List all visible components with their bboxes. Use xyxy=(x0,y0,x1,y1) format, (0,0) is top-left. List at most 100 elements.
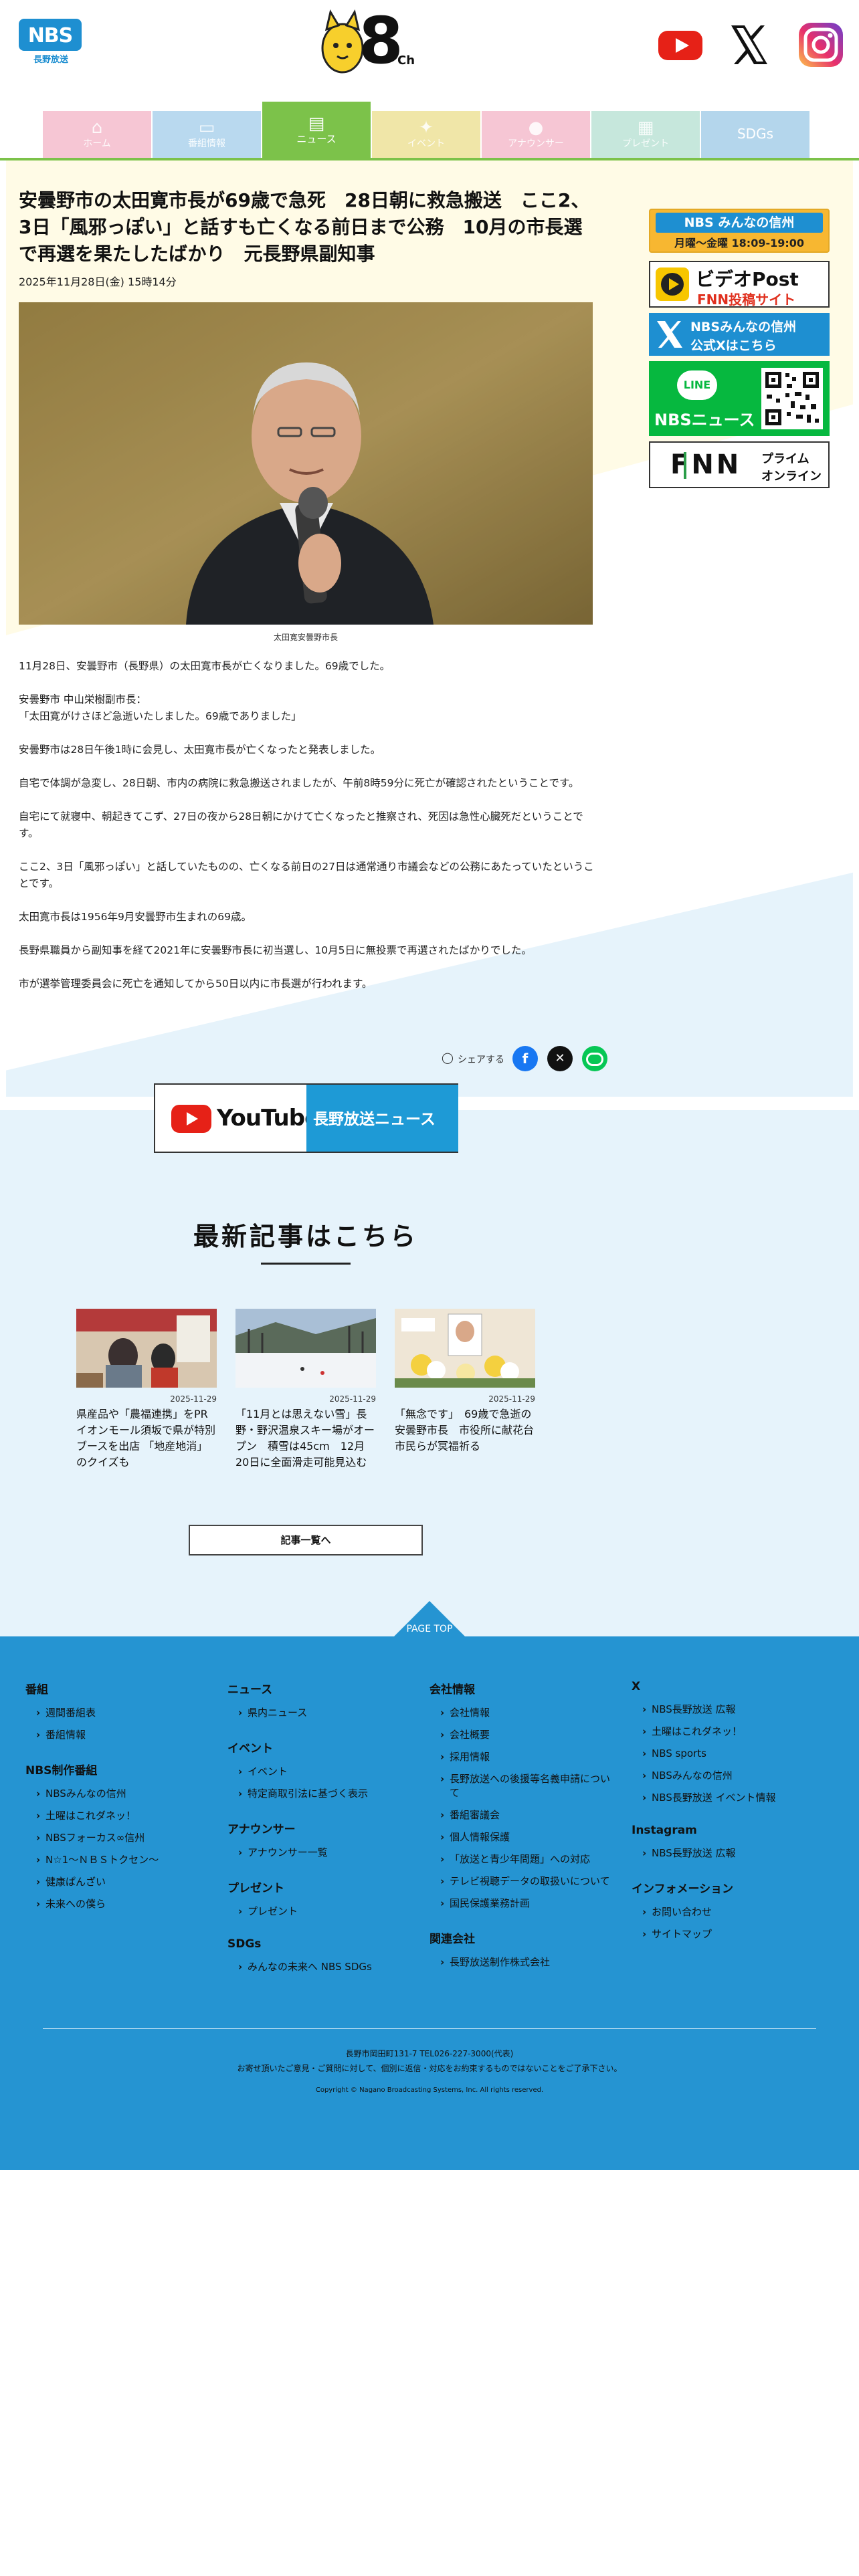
banner-subtitle: 月曜～金曜 18:09-19:00 xyxy=(674,237,805,249)
x-icon: ✕ xyxy=(555,1051,565,1065)
article-paragraph: 安曇野市 中山栄樹副市長： 「太田寛がけさほど急逝いたしました。69歳でありまし… xyxy=(19,693,302,722)
home-icon: ⌂ xyxy=(91,118,103,138)
article-body: 11月28日、安曇野市（長野県）の太田寛市長が亡くなりました。69歳でした。 安… xyxy=(19,658,594,1009)
footer-link[interactable]: サイトマップ xyxy=(642,1927,819,1941)
latest-article-card[interactable]: 2025-11-29 県産品や「農福連携」をPR イオンモール須坂で県が特別ブー… xyxy=(76,1309,219,1471)
footer-copyright: Copyright © Nagano Broadcasting Systems,… xyxy=(315,2086,544,2094)
footer-link[interactable]: 番組審議会 xyxy=(440,1808,617,1822)
facebook-icon: f xyxy=(522,1051,529,1067)
nav-item-programs[interactable]: ▭ 番組情報 xyxy=(153,111,261,158)
footer-link[interactable]: 土曜はこれダネッ！ xyxy=(642,1725,819,1739)
footer-link[interactable]: 土曜はこれダネッ！ xyxy=(36,1809,213,1823)
article-paragraph: ここ2、3日「風邪っぽい」と話していたものの、亡くなる前日の27日は通常通り市議… xyxy=(19,861,594,889)
page-top-label: PAGE TOP xyxy=(406,1624,453,1634)
x-icon xyxy=(657,321,682,348)
youtube-channel-banner[interactable]: YouTube 長野放送ニュース xyxy=(154,1083,458,1153)
footer-link[interactable]: 採用情報 xyxy=(440,1750,617,1764)
footer-link[interactable]: NBSみんなの信州 xyxy=(36,1787,213,1801)
channel-name: 長野放送ニュース xyxy=(313,1111,436,1128)
latest-article-card[interactable]: 2025-11-29 「無念です」 69歳で急逝の安曇野市長 市役所に献花台 市… xyxy=(395,1309,545,1455)
footer-heading: 関連会社 xyxy=(430,1933,475,1946)
footer-link[interactable]: NBS長野放送 イベント情報 xyxy=(642,1791,819,1805)
footer-link[interactable]: お問い合わせ xyxy=(642,1905,819,1919)
mic-icon: ● xyxy=(528,118,544,138)
banner-title: FNN xyxy=(670,449,742,480)
article-thumbnail xyxy=(76,1309,217,1388)
footer-link[interactable]: NBS長野放送 広報 xyxy=(642,1703,819,1717)
footer-column: 会社情報 会社情報 会社概要 採用情報 長野放送への後援等名義申請について 番組… xyxy=(430,1680,617,1977)
footer-link[interactable]: 国民保護業務計画 xyxy=(440,1897,617,1911)
footer-link[interactable]: NBS長野放送 広報 xyxy=(642,1846,819,1860)
banner-title: NBS みんなの信州 xyxy=(656,213,823,233)
nav-item-label: ニュース xyxy=(296,133,337,145)
footer-link[interactable]: 長野放送への後援等名義申請について xyxy=(440,1772,617,1800)
footer-link[interactable]: 特定商取引法に基づく表示 xyxy=(238,1787,415,1801)
channel-8-logo[interactable]: 8 Ch xyxy=(308,4,421,80)
footer-link[interactable]: アナウンサー一覧 xyxy=(238,1846,415,1860)
footer-link[interactable]: 「放送と青少年問題」への対応 xyxy=(440,1852,617,1866)
footer-heading: 番組 xyxy=(25,1683,48,1697)
footer-link[interactable]: みんなの未来へ NBS SDGs xyxy=(238,1960,415,1974)
article-paragraph: 11月28日、安曇野市（長野県）の太田寛市長が亡くなりました。69歳でした。 xyxy=(19,660,391,672)
nav-item-announcers[interactable]: ● アナウンサー xyxy=(482,111,590,158)
footer-link[interactable]: 番組情報 xyxy=(36,1728,213,1742)
footer-link[interactable]: 会社概要 xyxy=(440,1728,617,1742)
banner-line-nbs-news[interactable]: LINE NBSニュース xyxy=(649,361,830,436)
nav-item-news[interactable]: ▤ ニュース xyxy=(262,102,371,158)
footer-link[interactable]: イベント xyxy=(238,1765,415,1779)
footer-column: ニュース 県内ニュース イベント イベント 特定商取引法に基づく表示 アナウンサ… xyxy=(227,1680,415,1982)
nav-item-label: SDGs xyxy=(737,126,773,142)
footer-link[interactable]: 未来への僕ら xyxy=(36,1897,213,1911)
footer-link[interactable]: 個人情報保護 xyxy=(440,1830,617,1844)
youtube-link[interactable] xyxy=(656,20,705,70)
qr-code-icon xyxy=(761,368,823,429)
card-title: 県産品や「農福連携」をPR イオンモール須坂で県が特別ブースを出店 「地産地消」… xyxy=(76,1408,219,1469)
footer-divider xyxy=(43,2028,816,2029)
footer-link[interactable]: NBSみんなの信州 xyxy=(642,1769,819,1783)
banner-x-official[interactable]: NBSみんなの信州 公式Xはこちら xyxy=(649,313,830,356)
banner-subtitle: オンライン xyxy=(761,469,822,484)
title-underline xyxy=(261,1263,351,1265)
nbs-logo[interactable]: NBS 長野放送 xyxy=(19,19,83,65)
nav-item-home[interactable]: ⌂ ホーム xyxy=(43,111,151,158)
x-link[interactable] xyxy=(725,20,774,70)
banner-subtitle: プライム xyxy=(761,452,809,466)
article-list-button[interactable]: 記事一覧へ xyxy=(189,1525,423,1555)
footer-link[interactable]: プレゼント xyxy=(238,1905,415,1919)
article-paragraph: 長野県職員から副知事を経て2021年に安曇野市長に初当選し、10月5日に無投票で… xyxy=(19,944,532,956)
footer-link[interactable]: 週間番組表 xyxy=(36,1706,213,1720)
page-top-button[interactable]: PAGE TOP xyxy=(388,1600,471,1640)
article-thumbnail xyxy=(235,1309,376,1388)
footer-link[interactable]: テレビ視聴データの取扱いについて xyxy=(440,1874,617,1889)
banner-video-post[interactable]: ビデオPost FNN投稿サイト xyxy=(649,261,830,308)
youtube-brand: YouTube xyxy=(217,1105,320,1132)
nav-item-events[interactable]: ✦ イベント xyxy=(372,111,480,158)
nav-item-present[interactable]: ▦ プレゼント xyxy=(591,111,700,158)
footer-link[interactable]: 会社情報 xyxy=(440,1706,617,1720)
facebook-share-button[interactable]: f xyxy=(512,1046,538,1071)
footer-heading: SDGs xyxy=(227,1937,262,1951)
footer-link[interactable]: 長野放送制作株式会社 xyxy=(440,1955,617,1969)
banner-fnn-prime-online[interactable]: FNN プライム オンライン xyxy=(649,441,830,488)
footer-link[interactable]: NBSフォーカス∞信州 xyxy=(36,1831,213,1845)
footer-link[interactable]: NBS sports xyxy=(642,1747,819,1761)
fnn-accent xyxy=(684,452,686,479)
banner-minna-no-shinshu[interactable]: NBS みんなの信州 月曜～金曜 18:09-19:00 xyxy=(649,209,830,253)
line-share-button[interactable] xyxy=(582,1046,607,1071)
instagram-link[interactable] xyxy=(796,20,846,70)
tv-icon: ▭ xyxy=(198,118,215,138)
ski-slope-photo-illustration xyxy=(235,1309,376,1388)
speech-bubble-icon: ◯ xyxy=(442,1051,454,1064)
x-share-button[interactable]: ✕ xyxy=(547,1046,573,1071)
nav-item-sdgs[interactable]: SDGs xyxy=(701,111,809,158)
footer-link[interactable]: 健康ぱんざい xyxy=(36,1875,213,1889)
footer-link[interactable]: N☆1～ＮＢＳトクセン～ xyxy=(36,1853,213,1867)
card-date: 2025-11-29 xyxy=(488,1394,535,1404)
nav-item-label: ホーム xyxy=(83,138,111,149)
footer-link[interactable]: 県内ニュース xyxy=(238,1706,415,1720)
channel-suffix: Ch xyxy=(397,53,415,68)
article-date: 2025年11月28日(金) 15時14分 xyxy=(19,276,177,288)
latest-article-card[interactable]: 2025-11-29 「11月とは思えない雪」長野・野沢温泉スキー場がオープン … xyxy=(235,1309,376,1471)
youtube-icon xyxy=(171,1105,211,1133)
play-icon xyxy=(661,273,684,296)
